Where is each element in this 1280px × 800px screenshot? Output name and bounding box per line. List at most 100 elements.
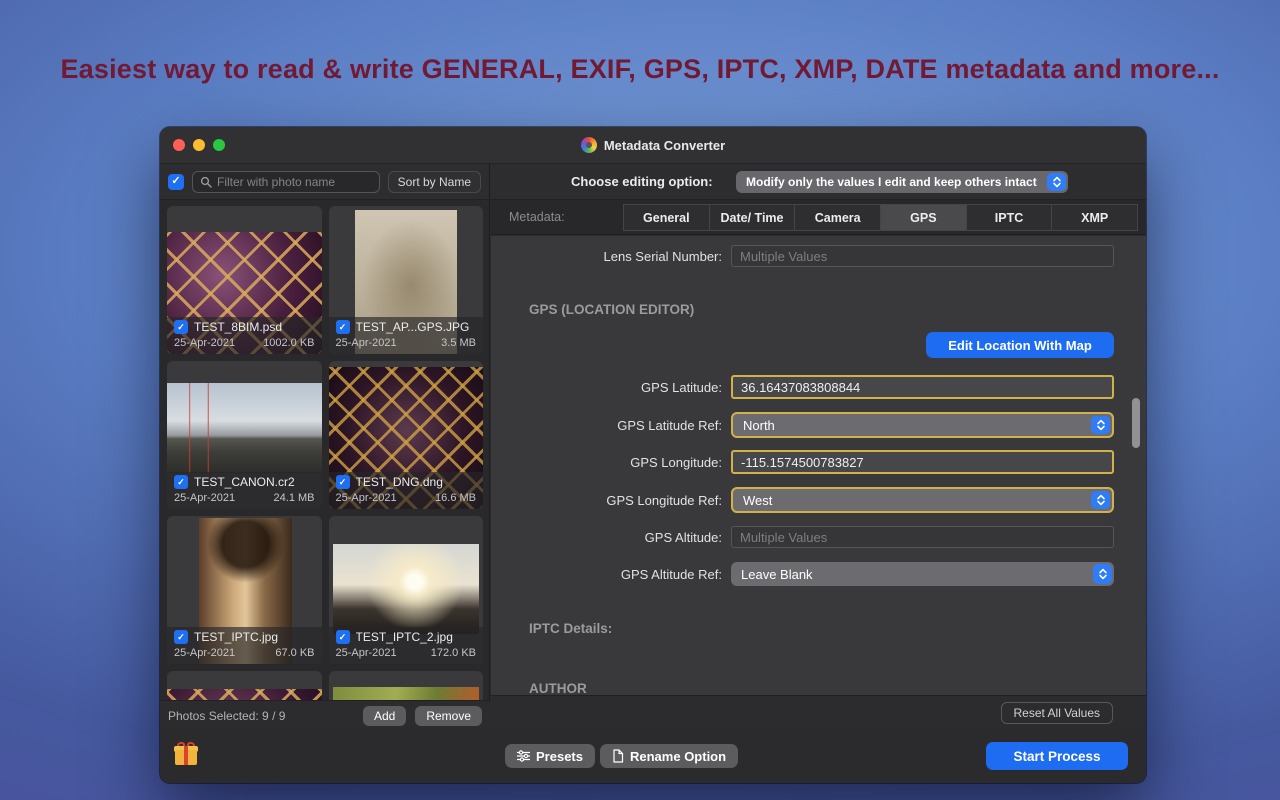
tab-date-time[interactable]: Date/ Time	[709, 204, 796, 231]
photo-sidebar: ✓ Filter with photo name Sort by Name ✓ T…	[160, 164, 490, 730]
photo-checkbox[interactable]: ✓	[174, 475, 188, 489]
photo-cell[interactable]: ✓TEST_CANON.cr2 25-Apr-202124.1 MB	[167, 361, 322, 509]
scrollbar-thumb[interactable]	[1132, 398, 1140, 448]
gps-altitude-field[interactable]: Multiple Values	[731, 526, 1114, 548]
metadata-label: Metadata:	[509, 210, 565, 224]
photo-checkbox[interactable]: ✓	[336, 475, 350, 489]
document-icon	[612, 749, 624, 763]
photo-name: TEST_DNG.dng	[356, 475, 443, 489]
photo-date: 25-Apr-2021	[174, 337, 235, 349]
gps-section-title: GPS (LOCATION EDITOR)	[529, 302, 694, 317]
photo-date: 25-Apr-2021	[336, 647, 397, 659]
photo-caption: ✓ TEST_DNG.dng 25-Apr-2021 16.6 MB	[329, 472, 484, 509]
gps-altitude-ref-select[interactable]: Leave Blank	[731, 562, 1114, 586]
photo-size: 172.0 KB	[431, 647, 476, 659]
photo-grid: ✓TEST_8BIM.psd 25-Apr-20211002.0 KB ✓TES…	[160, 200, 490, 700]
select-all-checkbox[interactable]: ✓	[168, 174, 184, 190]
photo-date: 25-Apr-2021	[336, 337, 397, 349]
search-placeholder: Filter with photo name	[217, 175, 335, 189]
app-icon	[581, 137, 597, 153]
photo-cell[interactable]	[167, 671, 322, 700]
tab-iptc[interactable]: IPTC	[966, 204, 1053, 231]
photo-checkbox[interactable]: ✓	[174, 630, 188, 644]
editing-option-value: Modify only the values I edit and keep o…	[746, 175, 1037, 189]
tab-gps[interactable]: GPS	[880, 204, 967, 231]
gps-altitude-ref-value: Leave Blank	[741, 567, 813, 582]
search-icon	[200, 176, 212, 188]
gps-longitude-ref-value: West	[743, 493, 772, 508]
edit-location-with-map-button[interactable]: Edit Location With Map	[926, 332, 1114, 358]
gps-latitude-ref-select[interactable]: North	[731, 412, 1114, 438]
photo-size: 1002.0 KB	[263, 337, 314, 349]
photo-name: TEST_IPTC_2.jpg	[356, 630, 453, 644]
gps-longitude-label: GPS Longitude:	[491, 455, 731, 470]
zoom-button-icon[interactable]	[213, 139, 225, 151]
author-section-title: AUTHOR	[529, 681, 587, 695]
photo-size: 67.0 KB	[275, 647, 314, 659]
gps-latitude-field[interactable]: 36.16437083808844	[731, 375, 1114, 399]
photo-name: TEST_CANON.cr2	[194, 475, 295, 489]
metadata-form: Lens Serial Number: Multiple Values GPS …	[491, 236, 1146, 695]
photo-thumbnail	[167, 383, 322, 473]
photos-selected-status: Photos Selected: 9 / 9	[168, 709, 354, 723]
photo-checkbox[interactable]: ✓	[336, 320, 350, 334]
metadata-panel: Choose editing option: Modify only the v…	[491, 164, 1146, 730]
start-process-button[interactable]: Start Process	[986, 742, 1128, 770]
photo-caption: ✓ TEST_IPTC.jpg 25-Apr-2021 67.0 KB	[167, 627, 322, 664]
editing-option-select[interactable]: Modify only the values I edit and keep o…	[736, 171, 1068, 193]
gps-longitude-field[interactable]: -115.1574500783827	[731, 450, 1114, 474]
photo-name: TEST_AP...GPS.JPG	[356, 320, 470, 334]
photo-date: 25-Apr-2021	[336, 492, 397, 504]
photo-checkbox[interactable]: ✓	[174, 320, 188, 334]
sliders-icon	[517, 750, 530, 762]
gps-latitude-ref-value: North	[743, 418, 775, 433]
photo-size: 16.6 MB	[435, 492, 476, 504]
photo-cell[interactable]: ✓TEST_AP...GPS.JPG 25-Apr-20213.5 MB	[329, 206, 484, 354]
photo-cell[interactable]: ✓ TEST_DNG.dng 25-Apr-2021 16.6 MB	[329, 361, 484, 509]
gps-longitude-ref-select[interactable]: West	[731, 487, 1114, 513]
gps-latitude-label: GPS Latitude:	[491, 380, 731, 395]
chevron-up-down-icon	[1091, 416, 1110, 434]
presets-button[interactable]: Presets	[505, 744, 595, 768]
reset-all-values-button[interactable]: Reset All Values	[1001, 702, 1114, 724]
close-button-icon[interactable]	[173, 139, 185, 151]
remove-button[interactable]: Remove	[415, 706, 482, 726]
title-bar: Metadata Converter	[160, 127, 1146, 164]
traffic-lights	[160, 139, 225, 151]
photo-caption: ✓TEST_CANON.cr2 25-Apr-202124.1 MB	[167, 472, 322, 509]
editing-option-label: Choose editing option:	[571, 174, 713, 189]
window-title: Metadata Converter	[604, 138, 725, 153]
lens-serial-label: Lens Serial Number:	[491, 249, 731, 264]
tab-general[interactable]: General	[623, 204, 710, 231]
search-input[interactable]: Filter with photo name	[192, 171, 380, 193]
sort-by-name-button[interactable]: Sort by Name	[388, 171, 481, 193]
panel-footer: Reset All Values	[491, 695, 1146, 730]
photo-cell[interactable]: ✓TEST_8BIM.psd 25-Apr-20211002.0 KB	[167, 206, 322, 354]
window-footer: Presets Rename Option Start Process	[160, 730, 1146, 783]
photo-caption: ✓ TEST_IPTC_2.jpg 25-Apr-2021 172.0 KB	[329, 627, 484, 664]
photo-caption: ✓TEST_8BIM.psd 25-Apr-20211002.0 KB	[167, 317, 322, 354]
lens-serial-field[interactable]: Multiple Values	[731, 245, 1114, 267]
filter-bar: ✓ Filter with photo name Sort by Name	[160, 164, 489, 200]
photo-date: 25-Apr-2021	[174, 492, 235, 504]
photo-thumbnail	[333, 544, 480, 634]
photo-name: TEST_IPTC.jpg	[194, 630, 278, 644]
photo-cell[interactable]	[329, 671, 484, 700]
marketing-headline: Easiest way to read & write GENERAL, EXI…	[0, 54, 1280, 85]
gps-latitude-ref-label: GPS Latitude Ref:	[491, 418, 731, 433]
photo-checkbox[interactable]: ✓	[336, 630, 350, 644]
tab-xmp[interactable]: XMP	[1051, 204, 1138, 231]
photo-cell[interactable]: ✓ TEST_IPTC.jpg 25-Apr-2021 67.0 KB	[167, 516, 322, 664]
photo-thumbnail	[333, 687, 480, 700]
metadata-tab-bar: Metadata: General Date/ Time Camera GPS …	[491, 200, 1146, 235]
gift-icon[interactable]	[174, 742, 198, 766]
photo-date: 25-Apr-2021	[174, 647, 235, 659]
minimize-button-icon[interactable]	[193, 139, 205, 151]
gps-altitude-label: GPS Altitude:	[491, 530, 731, 545]
add-button[interactable]: Add	[363, 706, 406, 726]
rename-option-button[interactable]: Rename Option	[600, 744, 738, 768]
photo-cell[interactable]: ✓ TEST_IPTC_2.jpg 25-Apr-2021 172.0 KB	[329, 516, 484, 664]
chevron-up-down-icon	[1047, 173, 1066, 191]
tab-camera[interactable]: Camera	[794, 204, 881, 231]
photo-caption: ✓TEST_AP...GPS.JPG 25-Apr-20213.5 MB	[329, 317, 484, 354]
